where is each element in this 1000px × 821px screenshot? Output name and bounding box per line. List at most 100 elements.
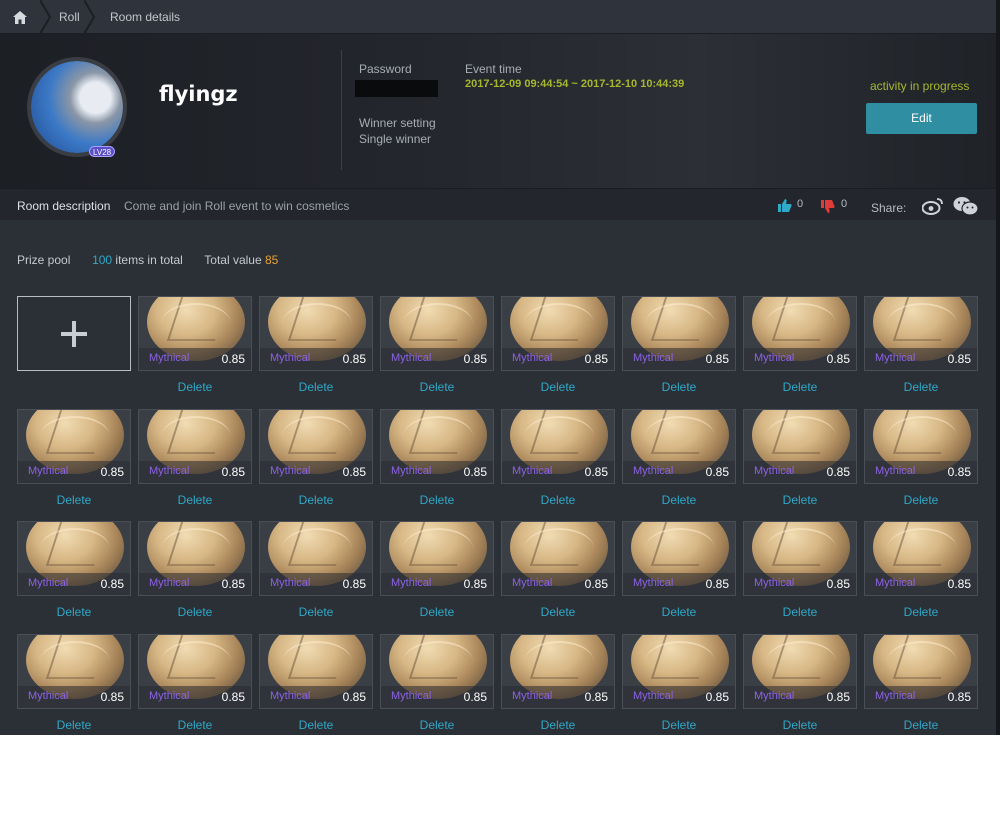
delete-item-link[interactable]: Delete [380,718,494,732]
delete-item-link[interactable]: Delete [622,605,736,619]
thumbs-down-icon[interactable] [821,200,835,213]
delete-item-link[interactable]: Delete [380,605,494,619]
delete-item-link[interactable]: Delete [864,493,978,507]
delete-item-link[interactable]: Delete [380,380,494,394]
item-image-detail [771,522,837,566]
wechat-icon[interactable] [953,196,979,216]
prize-item-card[interactable]: Mythical 0.85 [864,521,978,596]
delete-item-link[interactable]: Delete [17,493,131,507]
delete-item-link[interactable]: Delete [17,718,131,732]
delete-item-link[interactable]: Delete [743,605,857,619]
prize-item-card[interactable]: Mythical 0.85 [743,409,857,484]
delete-item-link[interactable]: Delete [864,605,978,619]
prize-item-card[interactable]: Mythical 0.85 [17,521,131,596]
prize-item-card[interactable]: Mythical 0.85 [501,634,615,709]
item-image-detail [650,410,716,454]
prize-item-card[interactable]: Mythical 0.85 [622,634,736,709]
prize-item-card[interactable]: Mythical 0.85 [864,409,978,484]
delete-item-link[interactable]: Delete [259,493,373,507]
prize-item-card[interactable]: Mythical 0.85 [380,296,494,371]
prize-item-card[interactable]: Mythical 0.85 [17,634,131,709]
prize-item-card[interactable]: Mythical 0.85 [622,296,736,371]
thumbs-up-icon[interactable] [778,199,792,212]
item-rarity: Mythical [633,465,674,477]
weibo-icon[interactable] [922,197,944,215]
delete-item-link[interactable]: Delete [501,718,615,732]
item-rarity: Mythical [391,690,432,702]
delete-item-link[interactable]: Delete [138,605,252,619]
delete-item-link[interactable]: Delete [501,380,615,394]
delete-item-link[interactable]: Delete [259,718,373,732]
share-label: Share: [871,201,907,215]
item-price: 0.85 [342,577,366,591]
total-value: 85 [264,253,279,267]
breadcrumb-separator [84,0,96,34]
delete-item-link[interactable]: Delete [138,718,252,732]
event-time-value: 2017-12-09 09:44:54 ~ 2017-12-10 10:44:3… [465,78,685,90]
delete-item-link[interactable]: Delete [864,718,978,732]
prize-item-card[interactable]: Mythical 0.85 [138,521,252,596]
item-rarity: Mythical [754,690,795,702]
prize-item-card[interactable]: Mythical 0.85 [864,634,978,709]
item-rarity: Mythical [270,690,311,702]
item-image-detail [892,297,958,341]
delete-item-link[interactable]: Delete [138,493,252,507]
prize-item-card[interactable]: Mythical 0.85 [501,409,615,484]
delete-item-link[interactable]: Delete [259,605,373,619]
prize-item-card[interactable]: Mythical 0.85 [501,521,615,596]
delete-item-link[interactable]: Delete [622,380,736,394]
item-image-detail [166,522,232,566]
prize-item-card[interactable]: Mythical 0.85 [17,409,131,484]
prize-item-card[interactable]: Mythical 0.85 [864,296,978,371]
level-badge: LV28 [89,146,116,157]
prize-item-card[interactable]: Mythical 0.85 [259,521,373,596]
prize-item-card[interactable]: Mythical 0.85 [138,634,252,709]
item-image-detail [892,522,958,566]
delete-item-link[interactable]: Delete [622,718,736,732]
prize-item-card[interactable]: Mythical 0.85 [380,409,494,484]
delete-item-link[interactable]: Delete [501,493,615,507]
prize-item-card[interactable]: Mythical 0.85 [259,634,373,709]
prize-item-card[interactable]: Mythical 0.85 [622,409,736,484]
delete-item-link[interactable]: Delete [501,605,615,619]
prize-item-card[interactable]: Mythical 0.85 [259,296,373,371]
item-price: 0.85 [826,465,850,479]
delete-item-link[interactable]: Delete [743,380,857,394]
edit-button[interactable]: Edit [866,103,977,134]
item-price: 0.85 [584,577,608,591]
home-icon[interactable] [0,0,40,34]
delete-item-link[interactable]: Delete [17,605,131,619]
delete-item-link[interactable]: Delete [622,493,736,507]
prize-item-card[interactable]: Mythical 0.85 [138,296,252,371]
description-bar: Room description Come and join Roll even… [0,188,1000,220]
prize-item-card[interactable]: Mythical 0.85 [380,634,494,709]
prize-item-card[interactable]: Mythical 0.85 [259,409,373,484]
delete-item-link[interactable]: Delete [864,380,978,394]
item-price: 0.85 [705,577,729,591]
item-price: 0.85 [221,465,245,479]
item-image-detail [529,410,595,454]
item-price: 0.85 [947,465,971,479]
prize-item-card[interactable]: Mythical 0.85 [138,409,252,484]
delete-item-link[interactable]: Delete [743,718,857,732]
item-image-detail [529,635,595,679]
breadcrumb-roll[interactable]: Roll [59,0,80,34]
prize-item-card[interactable]: Mythical 0.85 [743,521,857,596]
item-rarity: Mythical [633,690,674,702]
prize-item-card[interactable]: Mythical 0.85 [743,634,857,709]
prize-item-card[interactable]: Mythical 0.85 [501,296,615,371]
item-image-detail [408,410,474,454]
delete-item-link[interactable]: Delete [138,380,252,394]
item-image-detail [771,635,837,679]
delete-item-link[interactable]: Delete [380,493,494,507]
prize-item-card[interactable]: Mythical 0.85 [622,521,736,596]
prize-item-card[interactable]: Mythical 0.85 [380,521,494,596]
blank-area [0,735,1000,821]
item-rarity: Mythical [512,352,553,364]
prize-item-card[interactable]: Mythical 0.85 [743,296,857,371]
add-item-button[interactable] [17,296,131,371]
room-details-page: Roll Room details LV28 flyingz Password … [0,0,1000,735]
delete-item-link[interactable]: Delete [743,493,857,507]
delete-item-link[interactable]: Delete [259,380,373,394]
item-image-detail [650,297,716,341]
